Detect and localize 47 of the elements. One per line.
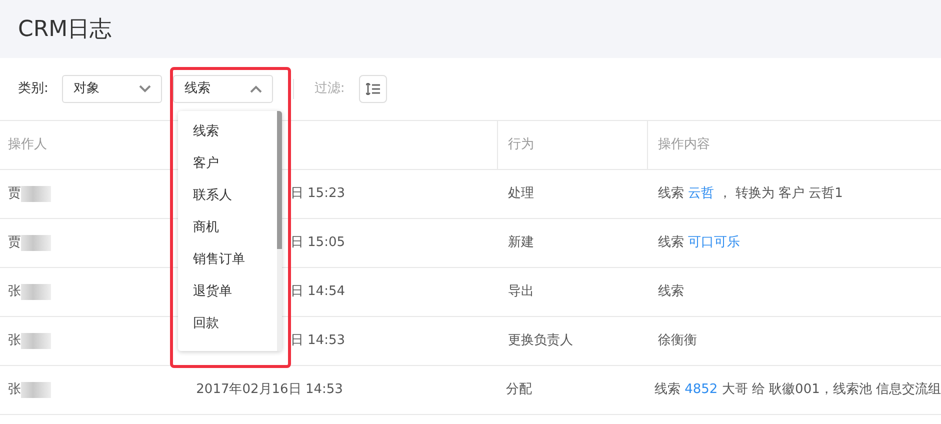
- dropdown-option[interactable]: 商机: [178, 212, 276, 244]
- operator-name: 贾: [8, 234, 21, 252]
- select-field[interactable]: 线索: [173, 75, 274, 103]
- list-icon: [366, 83, 380, 95]
- content-cell-text: 线索 4852 大哥 给 耿徽001，线索池 信息交流组: [654, 381, 941, 400]
- scrollbar-thumb[interactable]: [277, 111, 282, 249]
- column-header: 操作人: [8, 136, 47, 154]
- operator-name: 贾: [8, 185, 21, 204]
- chevron-up-icon: [250, 85, 262, 93]
- content-cell-text: 线索: [658, 283, 684, 302]
- content-cell-text: 线索 可口可乐: [658, 234, 740, 252]
- scrollbar[interactable]: [277, 111, 282, 351]
- record-link[interactable]: 可口可乐: [688, 235, 740, 250]
- time-cell-text: 日 14:53: [290, 332, 345, 350]
- action-cell-text: 分配: [506, 381, 532, 400]
- time-cell-text: 日 15:05: [290, 234, 345, 252]
- dropdown-option[interactable]: 销售订单: [178, 244, 276, 276]
- column-header: 行为: [508, 136, 534, 154]
- operator-name: 张: [8, 332, 21, 350]
- sort-button[interactable]: [358, 75, 387, 103]
- filter-label: 过滤:: [314, 80, 345, 98]
- blur-mask: [21, 284, 51, 300]
- blur-mask: [21, 333, 51, 349]
- time-cell-text: 2017年02月16日 14:53: [196, 381, 343, 400]
- dropdown-option[interactable]: 客户: [178, 148, 276, 180]
- action-cell-text: 处理: [508, 185, 534, 204]
- dropdown-option[interactable]: 回款: [178, 308, 276, 340]
- operator-name: 张: [8, 283, 21, 302]
- time-cell-text: 日 14:54: [290, 283, 345, 302]
- dropdown-option[interactable]: 退货单: [178, 276, 276, 308]
- chevron-down-icon: [139, 85, 152, 93]
- column-header: 操作内容: [658, 136, 710, 154]
- operator-name: 张: [8, 381, 21, 400]
- action-cell-text: 导出: [508, 283, 534, 302]
- time-cell-text: 日 15:23: [290, 185, 345, 204]
- content-cell-text: 徐衡衡: [658, 332, 697, 350]
- action-cell-text: 更换负责人: [508, 332, 573, 350]
- action-cell-text: 新建: [508, 234, 534, 252]
- blur-mask: [21, 382, 51, 398]
- category-label: 类别:: [18, 80, 48, 98]
- content-cell-text: 线索 云哲 ， 转换为 客户 云哲1: [658, 185, 843, 204]
- dropdown-option[interactable]: 联系人: [178, 180, 276, 212]
- select-field[interactable]: 对象: [62, 75, 162, 103]
- blur-mask: [21, 235, 51, 251]
- dropdown-option[interactable]: 线索: [178, 116, 276, 148]
- blur-mask: [21, 186, 51, 202]
- page-title: CRM日志: [18, 16, 112, 44]
